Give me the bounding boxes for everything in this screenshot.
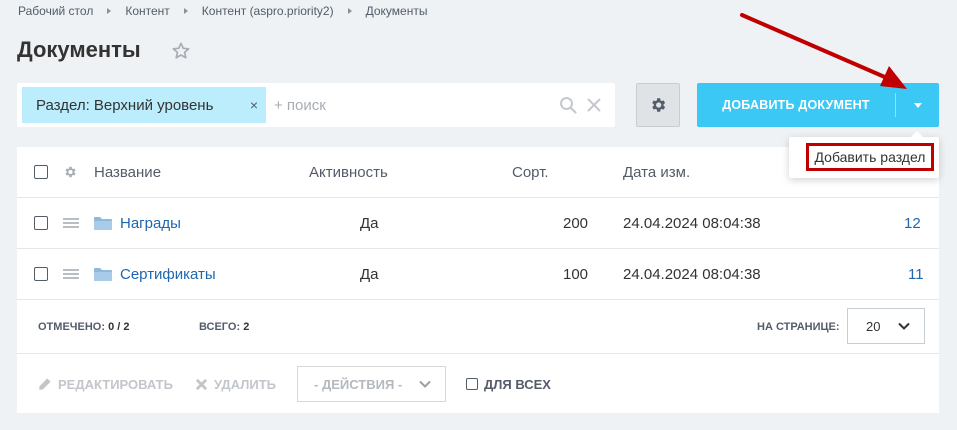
search-input[interactable]: + поиск bbox=[274, 97, 559, 114]
folder-icon bbox=[94, 268, 112, 281]
column-header-name[interactable]: Название bbox=[94, 147, 161, 197]
clear-search-icon[interactable] bbox=[587, 98, 601, 112]
per-page-value: 20 bbox=[866, 318, 881, 334]
add-document-button[interactable]: ДОБАВИТЬ ДОКУМЕНТ bbox=[697, 98, 895, 112]
actions-select[interactable]: - ДЕЙСТВИЯ - bbox=[297, 366, 446, 402]
action-panel: РЕДАКТИРОВАТЬ УДАЛИТЬ - ДЕЙСТВИЯ - ДЛЯ В… bbox=[17, 355, 939, 413]
settings-button[interactable] bbox=[636, 83, 680, 127]
search-icon[interactable] bbox=[559, 96, 577, 114]
column-header-active[interactable]: Активность bbox=[309, 147, 388, 197]
row-checkbox[interactable] bbox=[34, 267, 48, 281]
row-checkbox[interactable] bbox=[34, 216, 48, 230]
filter-chip[interactable]: Раздел: Верхний уровень × bbox=[22, 87, 266, 123]
for-all-checkbox[interactable] bbox=[466, 378, 478, 390]
for-all-toggle[interactable]: ДЛЯ ВСЕХ bbox=[466, 355, 551, 413]
breadcrumb-item-content[interactable]: Контент bbox=[125, 4, 169, 18]
per-page-label: НА СТРАНИЦЕ: bbox=[757, 321, 840, 333]
row-menu-icon[interactable] bbox=[63, 216, 79, 230]
row-id-link[interactable]: 11 bbox=[908, 249, 924, 299]
caret-down-icon bbox=[913, 102, 922, 108]
table-row[interactable]: Сертификаты Да 100 24.04.2024 08:04:38 1… bbox=[17, 249, 939, 300]
popup-tip bbox=[911, 131, 923, 137]
row-date: 24.04.2024 08:04:38 bbox=[623, 265, 761, 283]
actions-select-value: - ДЕЙСТВИЯ - bbox=[314, 376, 403, 392]
row-id-link[interactable]: 12 bbox=[904, 198, 921, 248]
per-page-select[interactable]: 20 bbox=[847, 308, 925, 344]
gear-icon bbox=[652, 98, 666, 112]
breadcrumb-item-desktop[interactable]: Рабочий стол bbox=[18, 4, 93, 18]
row-sort: 100 bbox=[563, 265, 589, 283]
folder-icon bbox=[94, 217, 112, 230]
row-name-link[interactable]: Сертификаты bbox=[120, 266, 216, 283]
breadcrumb-separator-icon bbox=[347, 8, 352, 14]
documents-grid: Название Активность Сорт. Дата изм. Нагр… bbox=[17, 147, 939, 413]
star-icon[interactable] bbox=[171, 41, 191, 61]
row-name-link[interactable]: Награды bbox=[120, 215, 181, 232]
select-all-checkbox[interactable] bbox=[34, 165, 48, 179]
selected-count-value: 0 / 2 bbox=[108, 321, 130, 333]
column-header-date[interactable]: Дата изм. bbox=[623, 147, 690, 197]
filter-chip-close-icon[interactable]: × bbox=[242, 97, 266, 113]
column-settings-gear-icon[interactable] bbox=[63, 165, 77, 179]
page-title: Документы bbox=[17, 37, 141, 62]
chevron-down-icon bbox=[898, 322, 910, 330]
delete-button[interactable]: УДАЛИТЬ bbox=[195, 355, 276, 413]
edit-button-label: РЕДАКТИРОВАТЬ bbox=[58, 376, 173, 392]
total-count-value: 2 bbox=[243, 321, 250, 333]
add-menu-popup: Добавить раздел bbox=[789, 131, 939, 178]
chevron-down-icon bbox=[419, 380, 431, 388]
add-section-menu-item[interactable]: Добавить раздел bbox=[806, 143, 934, 171]
breadcrumb-item-content-aspro[interactable]: Контент (aspro.priority2) bbox=[202, 4, 334, 18]
selected-count-label: ОТМЕЧЕНО: bbox=[38, 321, 106, 333]
filter-search-box[interactable]: Раздел: Верхний уровень × + поиск bbox=[17, 83, 615, 127]
pencil-icon bbox=[39, 377, 51, 390]
row-date: 24.04.2024 08:04:38 bbox=[623, 214, 761, 232]
breadcrumb: Рабочий стол Контент Контент (aspro.prio… bbox=[18, 4, 427, 18]
for-all-label: ДЛЯ ВСЕХ bbox=[484, 376, 551, 392]
row-active: Да bbox=[360, 214, 379, 232]
filter-chip-label: Раздел: Верхний уровень bbox=[36, 96, 214, 114]
breadcrumb-separator-icon bbox=[107, 8, 112, 14]
breadcrumb-separator-icon bbox=[183, 8, 188, 14]
grid-summary: ОТМЕЧЕНО: 0 / 2 ВСЕГО: 2 НА СТРАНИЦЕ: 20 bbox=[17, 300, 939, 354]
table-row[interactable]: Награды Да 200 24.04.2024 08:04:38 12 bbox=[17, 198, 939, 249]
edit-button[interactable]: РЕДАКТИРОВАТЬ bbox=[37, 355, 173, 413]
breadcrumb-item-documents[interactable]: Документы bbox=[366, 4, 428, 18]
delete-button-label: УДАЛИТЬ bbox=[214, 376, 276, 392]
total-count-label: ВСЕГО: bbox=[199, 321, 241, 333]
add-menu-toggle[interactable] bbox=[896, 102, 939, 108]
add-document-split-button: ДОБАВИТЬ ДОКУМЕНТ bbox=[697, 83, 939, 127]
row-active: Да bbox=[360, 265, 379, 283]
row-menu-icon[interactable] bbox=[63, 267, 79, 281]
row-sort: 200 bbox=[563, 214, 589, 232]
close-icon bbox=[195, 378, 208, 390]
column-header-sort[interactable]: Сорт. bbox=[512, 147, 549, 197]
